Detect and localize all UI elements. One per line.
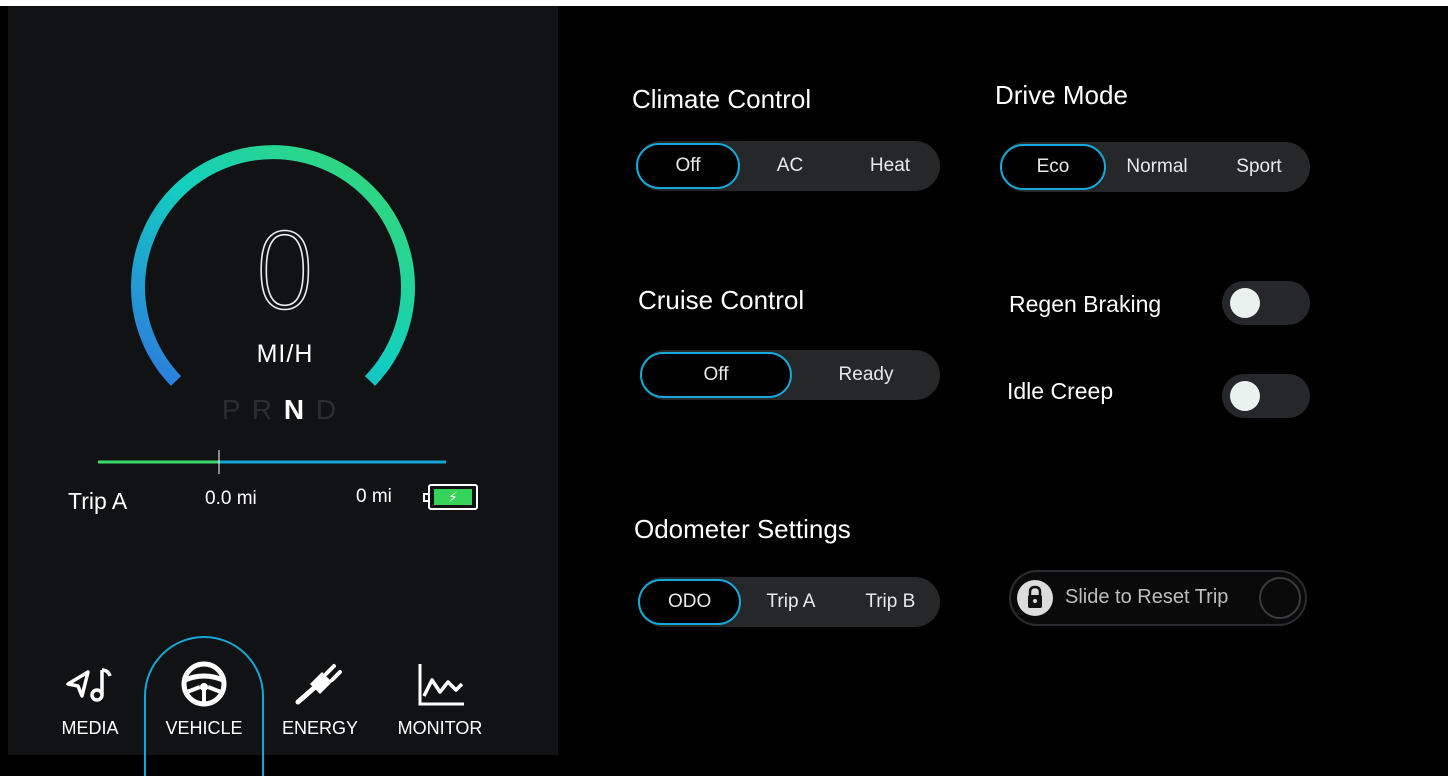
idle-creep-toggle[interactable]	[1222, 374, 1310, 418]
nav-media[interactable]: MEDIA	[35, 656, 145, 755]
slide-to-reset-label: Slide to Reset Trip	[1065, 586, 1229, 608]
odometer-odo-option[interactable]: ODO	[638, 579, 742, 625]
drive-mode-selector: Eco Normal Sport	[1000, 142, 1310, 192]
drive-normal-option[interactable]: Normal	[1106, 142, 1208, 192]
music-icon	[66, 668, 112, 702]
gear-d: D	[315, 394, 339, 425]
cruise-selector: Off Ready	[640, 350, 940, 400]
trip-label: Trip A	[68, 488, 128, 514]
drive-sport-option[interactable]: Sport	[1208, 142, 1310, 192]
regen-braking-label: Regen Braking	[1009, 291, 1162, 317]
steering-wheel-icon	[181, 661, 227, 707]
range-value: 0 mi	[356, 486, 392, 507]
gear-indicator: P R N D	[210, 394, 350, 426]
nav-media-label: MEDIA	[61, 718, 119, 738]
toggle-knob	[1230, 288, 1260, 318]
climate-heat-option[interactable]: Heat	[840, 141, 940, 191]
odometer-trip-b-option[interactable]: Trip B	[841, 577, 940, 627]
nav-energy-label: ENERGY	[281, 718, 359, 738]
nav-vehicle[interactable]: VEHICLE	[149, 656, 259, 755]
odometer-selector: ODO Trip A Trip B	[638, 577, 940, 627]
idle-creep-label: Idle Creep	[1007, 378, 1114, 404]
climate-off-option[interactable]: Off	[636, 143, 740, 189]
slider-target	[1259, 577, 1301, 619]
gear-r: R	[251, 394, 275, 425]
climate-selector: Off AC Heat	[636, 141, 940, 191]
climate-title: Climate Control	[632, 84, 812, 114]
lock-icon[interactable]	[1017, 580, 1053, 616]
nav-vehicle-label: VEHICLE	[165, 718, 243, 738]
climate-ac-option[interactable]: AC	[740, 141, 840, 191]
odometer-title: Odometer Settings	[634, 514, 851, 544]
drive-eco-option[interactable]: Eco	[1000, 144, 1106, 190]
cruise-ready-option[interactable]: Ready	[792, 350, 940, 400]
nav-monitor-label: MONITOR	[397, 718, 483, 738]
regen-braking-toggle[interactable]	[1222, 281, 1310, 325]
toggle-knob	[1230, 381, 1260, 411]
chart-line-icon	[418, 664, 464, 706]
battery-charging-icon: ⚡	[423, 484, 478, 510]
plug-icon	[295, 664, 342, 705]
odometer-trip-a-option[interactable]: Trip A	[741, 577, 840, 627]
trip-distance: 0.0 mi	[205, 488, 257, 509]
slide-to-reset-trip[interactable]: Slide to Reset Trip	[1009, 570, 1307, 626]
nav-energy[interactable]: ENERGY	[265, 656, 375, 755]
speed-unit: MI/H	[256, 340, 314, 368]
cruise-off-option[interactable]: Off	[640, 352, 792, 398]
nav-monitor[interactable]: MONITOR	[385, 656, 495, 755]
gear-p: P	[221, 394, 243, 425]
gear-n: N	[283, 394, 307, 425]
cruise-title: Cruise Control	[638, 285, 805, 315]
speed-value: 0	[251, 211, 319, 333]
drive-mode-title: Drive Mode	[995, 80, 1128, 110]
